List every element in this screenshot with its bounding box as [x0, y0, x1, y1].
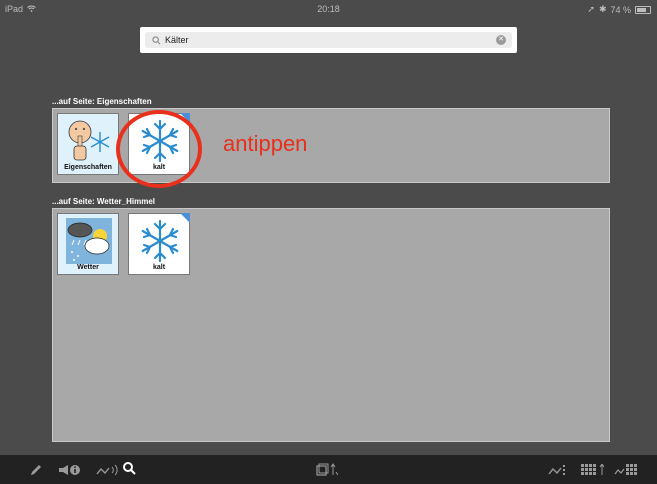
- tile-label: Eigenschaften: [64, 164, 112, 171]
- tile-label: Wetter: [77, 264, 99, 271]
- tile-kalt-2[interactable]: kalt: [128, 213, 190, 275]
- status-right: ➚ ✱ 74 %: [587, 4, 651, 15]
- battery-percent: 74 %: [610, 4, 631, 15]
- status-bar: iPad 20:18 ➚ ✱ 74 %: [0, 0, 657, 18]
- speech-icon[interactable]: [96, 463, 120, 481]
- weather-icon: [66, 218, 112, 264]
- search-icon[interactable]: [123, 462, 136, 480]
- snowflake-icon: [141, 219, 179, 263]
- grid-sort-icon[interactable]: [581, 463, 605, 481]
- search-bar: Kälter ✕: [140, 27, 517, 53]
- face-snowflake-icon: [68, 120, 110, 161]
- page-sort-icon[interactable]: [316, 463, 339, 481]
- annotation-text: antippen: [223, 131, 308, 156]
- grid-speech-icon[interactable]: [614, 463, 640, 481]
- battery-icon: [635, 5, 651, 14]
- speaker-info-icon[interactable]: [58, 463, 82, 481]
- location-icon: ➚: [587, 4, 595, 14]
- grid-edit-icon[interactable]: [548, 463, 568, 481]
- tile-label: kalt: [152, 264, 166, 271]
- bottom-toolbar: [0, 455, 657, 484]
- clear-search-icon[interactable]: ✕: [496, 35, 506, 45]
- search-icon: [152, 35, 161, 45]
- section-header-eigenschaften: ...auf Seite: Eigenschaften: [52, 97, 152, 106]
- bluetooth-icon: ✱: [598, 4, 607, 14]
- section-header-wetter-himmel: ...auf Seite: Wetter_Himmel: [52, 197, 155, 206]
- tile-wetter[interactable]: Wetter: [57, 213, 119, 275]
- status-time: 20:18: [317, 4, 340, 14]
- search-value: Kälter: [165, 35, 189, 45]
- results-panel-wetter-himmel: Wetter kalt: [52, 208, 610, 442]
- search-input[interactable]: Kälter ✕: [145, 32, 512, 48]
- tile-eigenschaften[interactable]: Eigenschaften: [57, 113, 119, 175]
- pencil-icon[interactable]: [30, 463, 42, 481]
- highlight-circle: [116, 110, 202, 188]
